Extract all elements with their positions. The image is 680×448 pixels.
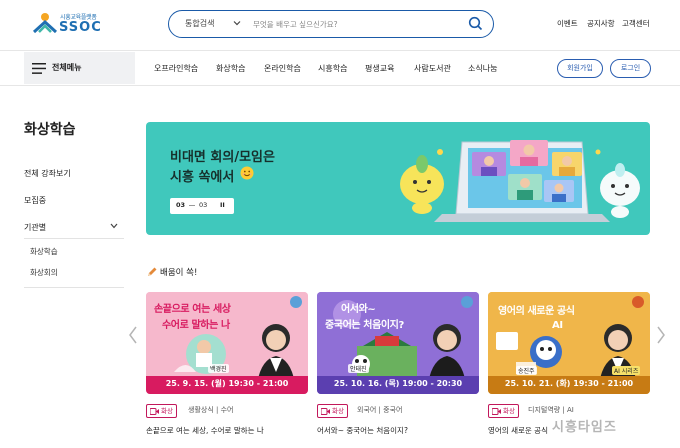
signup-button[interactable]: 회원가입	[557, 59, 603, 78]
customer-center-link[interactable]: 고객센터	[622, 18, 650, 29]
banner-headline: 비대면 회의/모임은	[170, 150, 275, 165]
sidebar-item-all[interactable]: 전체 강좌보기	[24, 168, 71, 179]
sidebar-title: 화상학습	[24, 122, 76, 138]
speaker-tag: AI 시리즈	[612, 366, 641, 375]
nav-item-human-library[interactable]: 사람도서관	[414, 63, 451, 74]
camera-icon	[492, 408, 501, 415]
course-title[interactable]: 어서와~ 중국어는 처음이지?	[317, 425, 408, 436]
logo-text: SSOC	[59, 20, 102, 35]
badge-label: 화상	[332, 407, 344, 415]
course-thumbnail[interactable]: 영어의 새로운 공식 AI 송진주 AI 시리즈 25. 10. 21. (화)…	[488, 292, 650, 394]
section-title: 배움이 쏙!	[160, 268, 198, 278]
sidebar-subitem-meeting[interactable]: 화상회의	[30, 267, 58, 278]
video-badge: 화상	[488, 404, 519, 418]
thumbnail-title-line2: 수어로 말하는 나	[162, 320, 230, 331]
badge-label: 화상	[503, 407, 515, 415]
thumbnail-title-line2: AI	[552, 320, 563, 331]
slide-total: 03	[199, 201, 208, 209]
banner-illustration	[400, 140, 640, 222]
sidebar-item-institution[interactable]: 기관별	[24, 222, 46, 233]
pencil-icon	[148, 267, 157, 276]
nav-item-offline[interactable]: 오프라인학습	[154, 63, 198, 74]
camera-icon	[150, 408, 159, 415]
course-categories: 디지털역량 | AI	[528, 406, 574, 414]
search-icon[interactable]	[468, 16, 483, 31]
nav-item-news[interactable]: 소식나눔	[468, 63, 497, 74]
instructor-tag: 송진주	[516, 366, 537, 375]
banner-subheadline: 시흥 쏙에서	[170, 170, 235, 185]
search-category-select[interactable]: 통합검색	[185, 18, 214, 29]
chevron-left-icon[interactable]	[128, 326, 138, 344]
camera-icon	[321, 408, 330, 415]
search-bar: 통합검색	[168, 10, 494, 38]
chevron-right-icon[interactable]	[656, 326, 666, 344]
instructor-tag: 안태진	[348, 364, 369, 373]
smile-emoji-icon	[240, 166, 254, 180]
watermark: 시흥타임즈	[552, 420, 617, 435]
course-title[interactable]: 영어의 새로운 공식	[488, 425, 548, 436]
login-button[interactable]: 로그인	[610, 59, 651, 78]
all-menu-label: 전체메뉴	[52, 63, 82, 72]
video-badge: 화상	[317, 404, 348, 418]
course-title[interactable]: 손끝으로 여는 세상, 수어로 말하는 나	[146, 425, 264, 436]
pause-button[interactable]: II	[220, 201, 225, 209]
course-categories: 외국어 | 중국어	[357, 406, 403, 414]
search-input[interactable]	[253, 16, 453, 32]
course-date: 25. 10. 21. (화) 19:30 - 21:00	[504, 379, 634, 388]
course-thumbnail[interactable]: 손끝으로 여는 세상 수어로 말하는 나 백경진 25. 9. 15. (월) …	[146, 292, 308, 394]
nav-item-video[interactable]: 화상학습	[216, 63, 245, 74]
top-header: 시흥교육플랫폼 SSOC 통합검색 이벤트 공지사항 고객센터	[0, 0, 680, 46]
event-link[interactable]: 이벤트	[557, 18, 578, 29]
divider	[24, 287, 124, 288]
course-categories: 생활상식 | 수어	[188, 406, 234, 414]
ssoc-logo[interactable]: 시흥교육플랫폼 SSOC	[32, 10, 112, 36]
thumbnail-title-line1: 어서와~	[341, 304, 376, 315]
chevron-down-icon[interactable]	[110, 223, 118, 229]
thumbnail-title-line1: 손끝으로 여는 세상	[154, 304, 231, 315]
sidebar-item-recruiting[interactable]: 모집중	[24, 195, 46, 206]
course-date: 25. 9. 15. (월) 19:30 - 21:00	[165, 379, 289, 388]
slide-controller: 03 03 II	[170, 198, 234, 214]
slide-separator	[189, 205, 195, 206]
all-menu-button[interactable]: 전체메뉴	[24, 52, 135, 84]
slide-current: 03	[176, 201, 186, 209]
course-thumbnail[interactable]: 어서와~ 중국어는 처음이지? 안태진 25. 10. 16. (목) 19:0…	[317, 292, 479, 394]
badge-label: 화상	[161, 407, 173, 415]
logo-mark-icon	[32, 13, 58, 34]
divider	[24, 238, 124, 239]
notice-link[interactable]: 공지사항	[587, 18, 615, 29]
hamburger-icon	[32, 63, 46, 74]
course-date: 25. 10. 16. (목) 19:00 - 20:30	[333, 379, 463, 388]
thumbnail-title-line2: 중국어는 처음이지?	[325, 320, 404, 331]
nav-item-siheung[interactable]: 시흥학습	[318, 63, 347, 74]
instructor-tag: 백경진	[208, 364, 229, 373]
nav-item-online[interactable]: 온라인학습	[264, 63, 301, 74]
nav-item-lifelong[interactable]: 평생교육	[365, 63, 394, 74]
video-badge: 화상	[146, 404, 177, 418]
main-nav: 전체메뉴 오프라인학습 화상학습 온라인학습 시흥학습 평생교육 사람도서관 소…	[0, 50, 680, 86]
promo-banner[interactable]: 비대면 회의/모임은 시흥 쏙에서 03 03 II	[146, 122, 650, 235]
sidebar-subitem-video[interactable]: 화상학습	[30, 246, 58, 257]
chevron-down-icon[interactable]	[233, 19, 241, 27]
thumbnail-title-line1: 영어의 새로운 공식	[498, 306, 575, 317]
